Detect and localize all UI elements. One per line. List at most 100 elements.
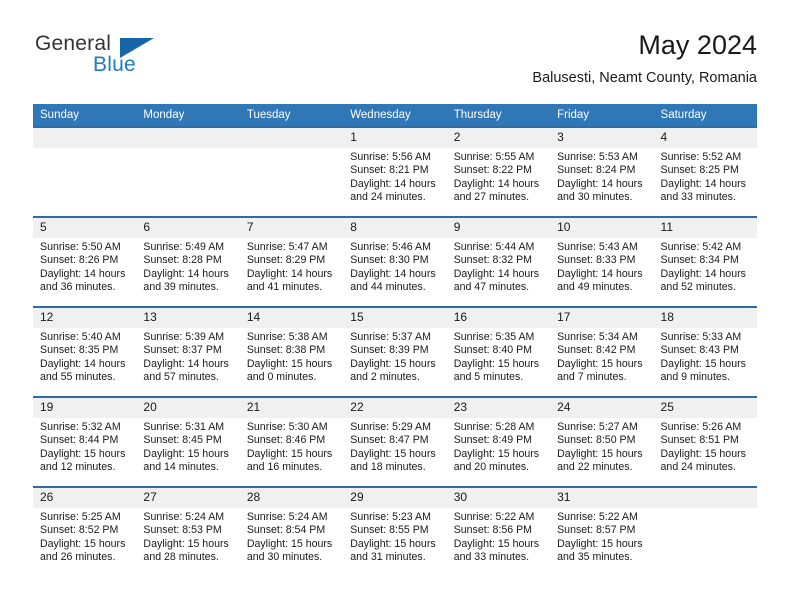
calendar-day-cell[interactable]: 23 Sunrise: 5:28 AM Sunset: 8:49 PM Dayligh…	[446, 396, 551, 487]
day-info-line: and 33 minutes.	[660, 191, 736, 204]
calendar-day-cell[interactable]: 15 Sunrise: 5:37 AM Sunset: 8:39 PM Dayligh…	[343, 306, 447, 397]
calendar-day-cell[interactable]: 21 Sunrise: 5:30 AM Sunset: 8:46 PM Dayligh…	[239, 396, 344, 487]
day-info-line: Sunset: 8:45 PM	[143, 434, 222, 447]
day-info-line: Daylight: 14 hours	[40, 357, 126, 370]
calendar-day-cell[interactable]: 14 Sunrise: 5:38 AM Sunset: 8:38 PM Dayligh…	[239, 306, 344, 397]
day-info-line: and 33 minutes.	[453, 551, 530, 564]
calendar-day-cell[interactable]: 31 Sunrise: 5:22 AM Sunset: 8:57 PM Dayligh…	[550, 486, 654, 576]
calendar-day-cell[interactable]: 30 Sunrise: 5:22 AM Sunset: 8:56 PM Dayligh…	[446, 486, 551, 576]
day-info-line: Sunset: 8:25 PM	[660, 164, 739, 177]
day-number: 30	[446, 488, 551, 508]
calendar-day-cell[interactable]: 3 Sunrise: 5:53 AM Sunset: 8:24 PM Daylight…	[550, 126, 654, 217]
day-sun-info: Sunrise: 5:49 AM Sunset: 8:28 PM Daylight:…	[136, 238, 239, 295]
day-info-line: Sunset: 8:52 PM	[40, 524, 119, 537]
calendar-day-cell[interactable]: 17 Sunrise: 5:34 AM Sunset: 8:42 PM Dayligh…	[550, 306, 654, 397]
day-info-line: Sunset: 8:57 PM	[557, 524, 636, 537]
day-number: 8	[343, 218, 447, 238]
day-number: 25	[653, 398, 757, 418]
calendar-day-cell[interactable]: 18 Sunrise: 5:33 AM Sunset: 8:43 PM Dayligh…	[653, 306, 757, 397]
calendar-day-cell[interactable]: 20 Sunrise: 5:31 AM Sunset: 8:45 PM Dayligh…	[136, 396, 240, 487]
calendar-day-cell[interactable]: 10 Sunrise: 5:43 AM Sunset: 8:33 PM Dayligh…	[550, 216, 654, 307]
day-info-line: Sunset: 8:24 PM	[557, 164, 636, 177]
day-info-line: Sunset: 8:29 PM	[246, 254, 326, 267]
calendar-day-cell[interactable]: 4 Sunrise: 5:52 AM Sunset: 8:25 PM Daylight…	[653, 126, 757, 217]
calendar-day-cell[interactable]: 24 Sunrise: 5:27 AM Sunset: 8:50 PM Dayligh…	[550, 396, 654, 487]
day-info-line: Sunset: 8:40 PM	[453, 344, 533, 357]
day-info-line: Sunset: 8:43 PM	[660, 344, 739, 357]
calendar-day-cell[interactable]: 28 Sunrise: 5:24 AM Sunset: 8:54 PM Dayligh…	[239, 486, 344, 576]
day-sun-info: Sunrise: 5:39 AM Sunset: 8:37 PM Daylight:…	[136, 328, 239, 385]
day-info-line: Sunrise: 5:47 AM	[246, 241, 328, 253]
calendar-day-cell[interactable]: 6 Sunrise: 5:49 AM Sunset: 8:28 PM Daylight…	[136, 216, 240, 307]
day-info-line: Sunrise: 5:32 AM	[40, 421, 121, 433]
day-sun-info: Sunrise: 5:22 AM Sunset: 8:56 PM Daylight:…	[447, 508, 550, 565]
calendar-day-cell[interactable]: 27 Sunrise: 5:24 AM Sunset: 8:53 PM Dayligh…	[136, 486, 240, 576]
calendar-week-row: 12 Sunrise: 5:40 AM Sunset: 8:35 PM Dayligh…	[33, 306, 757, 397]
day-number: 13	[136, 308, 240, 328]
weekday-header-wednesday: Wednesday	[343, 104, 447, 127]
day-sun-info: Sunrise: 5:25 AM Sunset: 8:52 PM Daylight:…	[33, 508, 136, 565]
calendar-day-cell[interactable]: 9 Sunrise: 5:44 AM Sunset: 8:32 PM Daylight…	[446, 216, 551, 307]
day-info-line: Sunset: 8:46 PM	[246, 434, 326, 447]
day-info-line: and 57 minutes.	[143, 371, 219, 384]
day-info-line: Sunrise: 5:38 AM	[246, 331, 328, 343]
day-info-line: and 31 minutes.	[350, 551, 426, 564]
day-info-line: and 2 minutes.	[350, 371, 420, 384]
calendar-day-cell-empty	[136, 126, 240, 217]
calendar-day-cell[interactable]: 5 Sunrise: 5:50 AM Sunset: 8:26 PM Daylight…	[33, 216, 137, 307]
day-info-line: Daylight: 14 hours	[143, 267, 229, 280]
page-title: May 2024	[638, 30, 757, 60]
day-number: 3	[550, 128, 654, 148]
day-number: 1	[343, 128, 447, 148]
calendar-day-cell[interactable]: 12 Sunrise: 5:40 AM Sunset: 8:35 PM Dayligh…	[33, 306, 137, 397]
calendar-day-cell[interactable]: 11 Sunrise: 5:42 AM Sunset: 8:34 PM Dayligh…	[653, 216, 757, 307]
day-info-line: and 52 minutes.	[660, 281, 736, 294]
day-info-line: Sunrise: 5:52 AM	[660, 151, 742, 163]
day-info-line: Sunset: 8:49 PM	[453, 434, 533, 447]
day-info-line: Sunset: 8:37 PM	[143, 344, 222, 357]
day-sun-info: Sunrise: 5:27 AM Sunset: 8:50 PM Daylight:…	[550, 418, 653, 475]
day-info-line: Daylight: 14 hours	[660, 177, 746, 190]
day-info-line: and 0 minutes.	[246, 371, 317, 384]
day-info-line: Daylight: 14 hours	[40, 267, 126, 280]
general-blue-logo: General Blue	[35, 32, 235, 86]
calendar-day-cell[interactable]: 13 Sunrise: 5:39 AM Sunset: 8:37 PM Dayligh…	[136, 306, 240, 397]
day-info-line: and 36 minutes.	[40, 281, 116, 294]
day-info-line: Sunrise: 5:50 AM	[40, 241, 121, 253]
calendar-day-cell[interactable]: 16 Sunrise: 5:35 AM Sunset: 8:40 PM Dayligh…	[446, 306, 551, 397]
day-number: 15	[343, 308, 447, 328]
day-info-line: Daylight: 15 hours	[660, 447, 746, 460]
day-info-line: and 30 minutes.	[246, 551, 323, 564]
day-info-line: and 55 minutes.	[40, 371, 116, 384]
calendar-day-cell[interactable]: 2 Sunrise: 5:55 AM Sunset: 8:22 PM Daylight…	[446, 126, 551, 217]
calendar-day-cell[interactable]: 22 Sunrise: 5:29 AM Sunset: 8:47 PM Dayligh…	[343, 396, 447, 487]
calendar-day-cell[interactable]: 26 Sunrise: 5:25 AM Sunset: 8:52 PM Dayligh…	[33, 486, 137, 576]
day-info-line: Sunrise: 5:49 AM	[143, 241, 225, 253]
day-sun-info: Sunrise: 5:24 AM Sunset: 8:53 PM Daylight:…	[136, 508, 239, 565]
calendar-day-cell[interactable]: 7 Sunrise: 5:47 AM Sunset: 8:29 PM Daylight…	[239, 216, 344, 307]
calendar-day-cell[interactable]: 19 Sunrise: 5:32 AM Sunset: 8:44 PM Dayligh…	[33, 396, 137, 487]
day-number: 29	[343, 488, 447, 508]
day-number	[136, 128, 240, 148]
day-number	[653, 488, 757, 508]
calendar-day-cell[interactable]: 25 Sunrise: 5:26 AM Sunset: 8:51 PM Dayligh…	[653, 396, 757, 487]
day-info-line: Daylight: 15 hours	[350, 357, 436, 370]
calendar-day-cell[interactable]: 1 Sunrise: 5:56 AM Sunset: 8:21 PM Daylight…	[343, 126, 447, 217]
day-info-line: and 20 minutes.	[453, 461, 530, 474]
day-number: 23	[446, 398, 551, 418]
day-info-line: and 44 minutes.	[350, 281, 426, 294]
calendar-day-cell-empty	[33, 126, 137, 217]
sunrise-sunset-calendar-table: Sunday Monday Tuesday Wednesday Thursday Frid…	[33, 104, 757, 576]
day-info-line: Daylight: 15 hours	[246, 447, 333, 460]
day-info-line: Sunset: 8:26 PM	[40, 254, 119, 267]
calendar-week-row: 19 Sunrise: 5:32 AM Sunset: 8:44 PM Dayligh…	[33, 396, 757, 487]
day-info-line: Sunrise: 5:55 AM	[453, 151, 535, 163]
page-subtitle: Balusesti, Neamt County, Romania	[532, 70, 757, 86]
day-info-line: Daylight: 14 hours	[660, 267, 746, 280]
calendar-day-cell[interactable]: 29 Sunrise: 5:23 AM Sunset: 8:55 PM Dayligh…	[343, 486, 447, 576]
day-info-line: Sunset: 8:22 PM	[453, 164, 533, 177]
calendar-day-cell[interactable]: 8 Sunrise: 5:46 AM Sunset: 8:30 PM Daylight…	[343, 216, 447, 307]
day-info-line: Daylight: 14 hours	[453, 267, 540, 280]
day-info-line: and 41 minutes.	[246, 281, 323, 294]
day-number: 20	[136, 398, 240, 418]
